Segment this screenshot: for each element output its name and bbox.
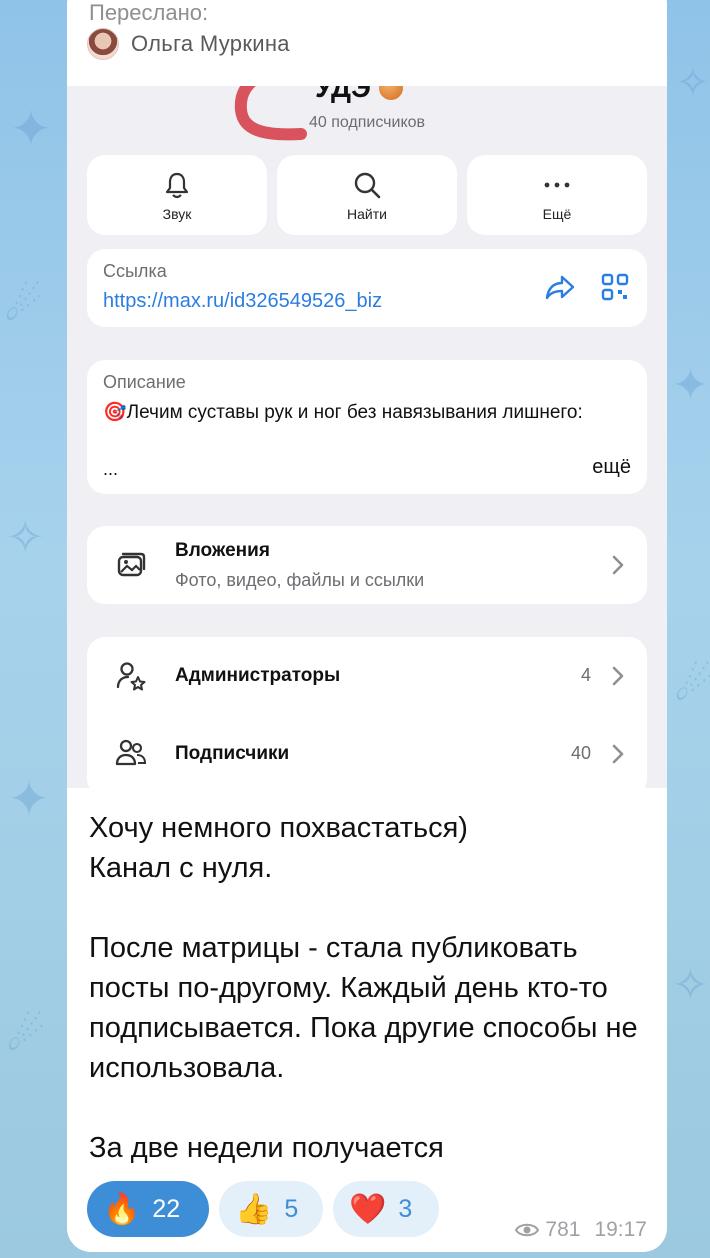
admin-icon: [116, 662, 146, 691]
attachments-title: Вложения: [175, 540, 270, 561]
chevron-right-icon: [612, 555, 624, 575]
description-ellipsis: ...: [103, 459, 119, 479]
share-icon[interactable]: [545, 273, 575, 301]
search-button[interactable]: Найти: [277, 155, 457, 235]
subscribers-row[interactable]: Подписчики 40: [87, 715, 647, 788]
reaction-fire[interactable]: 🔥 22: [87, 1181, 209, 1237]
attachments-row[interactable]: Вложения Фото, видео, файлы и ссылки: [87, 526, 647, 604]
chevron-right-icon: [612, 666, 624, 686]
background-doodle: ✦: [8, 770, 50, 828]
background-doodle: ☄: [674, 660, 710, 711]
chevron-right-icon: [612, 744, 624, 764]
more-button[interactable]: Ещё: [467, 155, 647, 235]
channel-link[interactable]: https://max.ru/id326549526_biz: [103, 290, 382, 313]
attachments-item[interactable]: Вложения Фото, видео, файлы и ссылки: [87, 526, 647, 604]
gallery-icon: [117, 552, 146, 577]
background-doodle: ✧: [672, 960, 709, 1011]
sound-button[interactable]: Звук: [87, 155, 267, 235]
description-more-link[interactable]: ещё: [592, 456, 631, 479]
administrators-row[interactable]: Администраторы 4: [87, 637, 647, 715]
channel-title: УДЭ: [315, 86, 403, 104]
forwarded-author[interactable]: Ольга Муркина: [87, 28, 290, 60]
channel-profile-screenshot[interactable]: УДЭ 40 подписчиков Звук Найти Ещё Ссылка…: [67, 86, 667, 788]
subscribers-count: 40: [570, 743, 591, 763]
bell-icon: [164, 168, 190, 202]
qr-code-icon[interactable]: [601, 273, 629, 301]
sound-button-label: Звук: [162, 206, 192, 222]
orange-emoji-icon: [378, 86, 403, 100]
search-button-label: Найти: [347, 206, 387, 222]
reaction-heart[interactable]: ❤️ 3: [333, 1181, 439, 1237]
background-doodle: ✦: [10, 100, 52, 158]
channel-title-text: УДЭ: [315, 86, 371, 103]
background-doodle: ☄: [6, 1010, 46, 1061]
description-caption: Описание: [103, 372, 186, 392]
forwarded-label: Переслано:: [89, 0, 209, 25]
reaction-count: 5: [284, 1194, 299, 1223]
view-count: 781: [545, 1218, 581, 1241]
message-meta: 781 19:17: [515, 1218, 647, 1242]
more-icon: [544, 168, 570, 202]
heart-emoji-icon: ❤️: [349, 1191, 387, 1227]
background-doodle: ✧: [6, 510, 45, 564]
link-card: Ссылка https://max.ru/id326549526_biz: [87, 249, 647, 327]
background-doodle: ☄: [4, 280, 44, 331]
administrators-title: Администраторы: [175, 665, 341, 686]
message-bubble[interactable]: Переслано: Ольга Муркина УДЭ 40 подписчи…: [67, 0, 667, 1252]
action-buttons: Звук Найти Ещё: [87, 155, 647, 235]
background-doodle: ✦: [672, 360, 709, 411]
message-text: Хочу немного похвастаться) Канал с нуля.…: [89, 812, 638, 1164]
background-doodle: ✧: [676, 60, 710, 106]
eye-icon: [515, 1223, 540, 1237]
reactions-bar: 🔥 22 👍 5 ❤️ 3: [87, 1181, 439, 1237]
search-icon: [353, 168, 381, 202]
description-card: Описание 🎯Лечим суставы рук и ног без на…: [87, 360, 647, 494]
author-avatar[interactable]: [87, 28, 119, 60]
subscriber-count: 40 подписчиков: [308, 114, 426, 131]
more-button-label: Ещё: [542, 206, 572, 222]
reaction-count: 22: [152, 1194, 181, 1223]
reaction-count: 3: [398, 1194, 413, 1223]
description-text: 🎯Лечим суставы рук и ног без навязывания…: [103, 402, 583, 423]
administrators-count: 4: [580, 665, 591, 685]
author-name[interactable]: Ольга Муркина: [131, 31, 290, 57]
thumbs-up-emoji-icon: 👍: [235, 1191, 273, 1227]
fire-emoji-icon: 🔥: [103, 1191, 141, 1227]
subscribers-title: Подписчики: [175, 743, 290, 764]
link-caption: Ссылка: [103, 261, 167, 281]
members-card: Администраторы 4 Подписчики 40: [87, 637, 647, 788]
reaction-thumbs-up[interactable]: 👍 5: [219, 1181, 323, 1237]
attachments-subtitle: Фото, видео, файлы и ссылки: [175, 570, 425, 590]
people-icon: [115, 739, 147, 766]
message-time: 19:17: [594, 1218, 647, 1241]
